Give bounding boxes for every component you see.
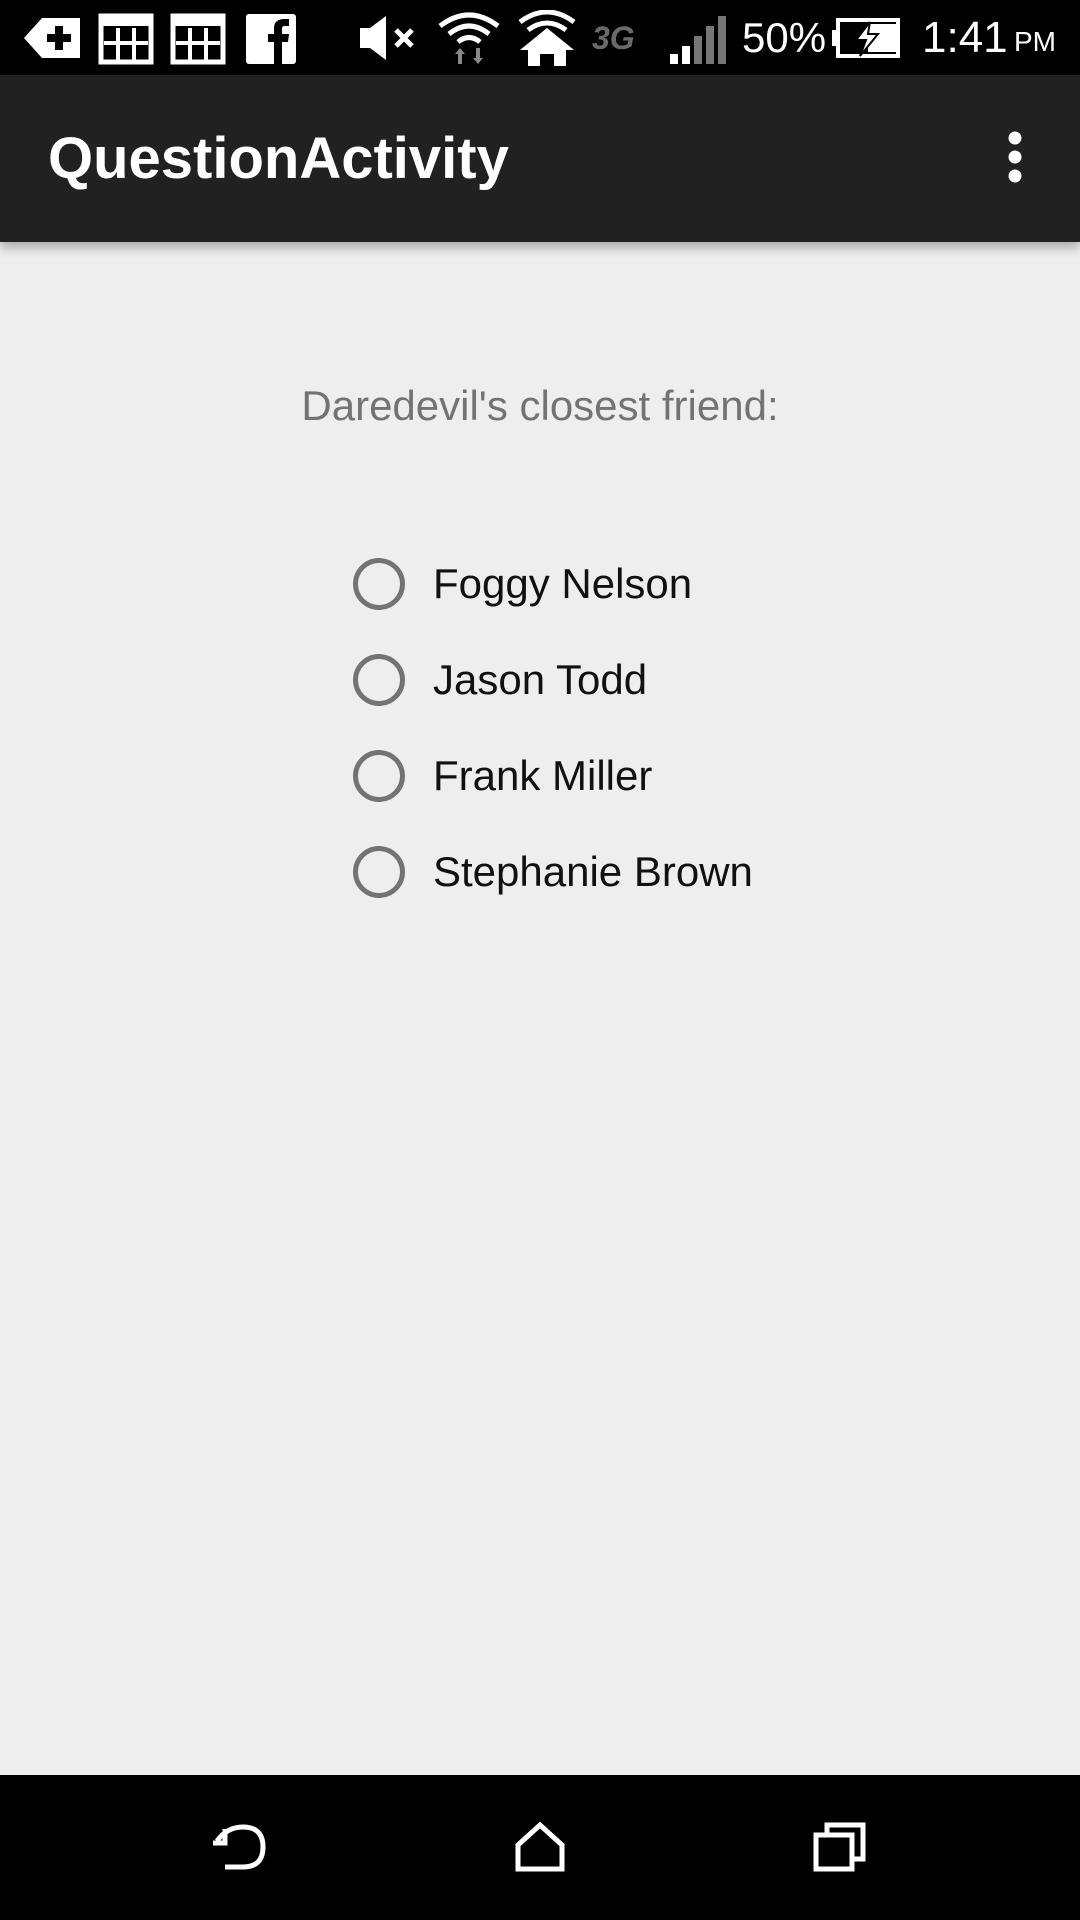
clock-time: 1:41 [922, 13, 1008, 62]
wifi-icon [438, 12, 500, 64]
recents-icon [813, 1822, 866, 1872]
network-type-label: 3G [592, 20, 635, 56]
home-button[interactable] [490, 1802, 590, 1892]
answer-option-label: Foggy Nelson [433, 560, 693, 607]
facebook-icon [246, 14, 296, 64]
answer-option[interactable]: Frank Miller [350, 728, 753, 824]
battery-charging-icon [832, 18, 900, 58]
question-text: Daredevil's closest friend: [301, 382, 779, 429]
status-bar: 3G 50% 1:41 PM [0, 0, 1080, 75]
navigation-bar [0, 1775, 1080, 1920]
back-button[interactable] [190, 1802, 290, 1892]
answer-option[interactable]: Foggy Nelson [350, 536, 753, 632]
content-area: Daredevil's closest friend: Foggy Nelson… [0, 242, 1080, 1775]
home-wifi-icon [518, 10, 576, 66]
clock-ampm: PM [1014, 26, 1056, 57]
add-notification-icon [24, 18, 80, 58]
radio-button[interactable] [353, 654, 405, 706]
radio-button[interactable] [353, 750, 405, 802]
radio-button[interactable] [353, 846, 405, 898]
answer-option-label: Jason Todd [433, 656, 648, 703]
app-bar: QuestionActivity [0, 75, 1080, 242]
calendar-icon [98, 13, 154, 65]
answer-option[interactable]: Stephanie Brown [350, 824, 753, 920]
calendar-icon [170, 13, 226, 65]
answer-radio-group: Foggy Nelson Jason Todd Frank Miller Ste… [350, 536, 753, 920]
recents-button[interactable] [790, 1802, 890, 1892]
answer-option-label: Stephanie Brown [433, 848, 753, 895]
answer-option-label: Frank Miller [433, 752, 653, 799]
answer-option[interactable]: Jason Todd [350, 632, 753, 728]
page-title: QuestionActivity [48, 126, 509, 191]
back-icon [213, 1824, 266, 1870]
mute-icon [360, 16, 414, 60]
home-icon [515, 1821, 565, 1872]
signal-icon [670, 16, 726, 64]
overflow-menu-button[interactable] [980, 117, 1050, 197]
more-vert-icon [1008, 131, 1022, 183]
radio-button[interactable] [353, 558, 405, 610]
battery-percent: 50% [742, 14, 827, 61]
